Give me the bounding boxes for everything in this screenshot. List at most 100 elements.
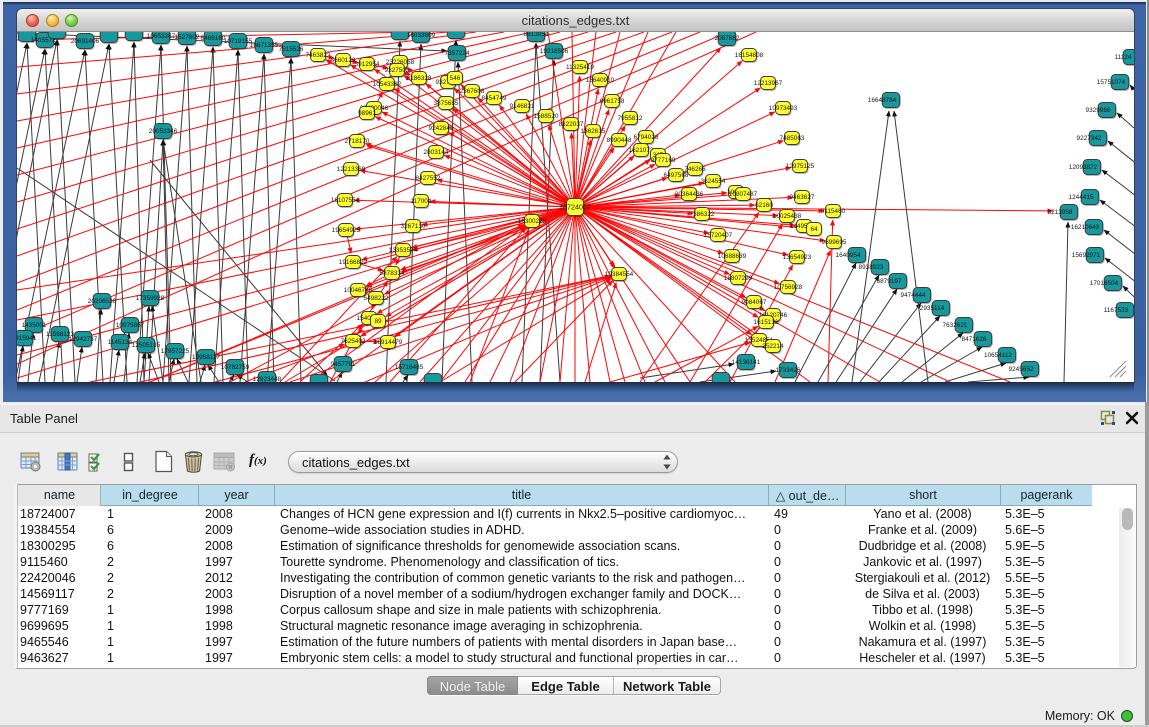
svg-text:1733426: 1733426 bbox=[776, 367, 801, 374]
svg-text:16648784: 16648784 bbox=[868, 97, 897, 104]
svg-text:17016504: 17016504 bbox=[1090, 280, 1119, 287]
svg-text:9463627: 9463627 bbox=[790, 194, 815, 201]
svg-text:5878334: 5878334 bbox=[380, 270, 405, 277]
svg-text:14136141: 14136141 bbox=[732, 359, 761, 366]
svg-text:8938923: 8938923 bbox=[859, 264, 884, 271]
svg-text:9777169: 9777169 bbox=[651, 157, 676, 164]
svg-text:12942737: 12942737 bbox=[69, 336, 98, 343]
svg-text:9146821: 9146821 bbox=[510, 103, 535, 110]
svg-text:64: 64 bbox=[810, 226, 818, 233]
svg-text:2803144: 2803144 bbox=[424, 149, 449, 156]
svg-text:1527602: 1527602 bbox=[175, 34, 200, 41]
svg-text:7625402: 7625402 bbox=[341, 338, 366, 345]
svg-text:9699695: 9699695 bbox=[822, 239, 847, 246]
svg-text:10975867: 10975867 bbox=[116, 322, 145, 329]
svg-text:2718170: 2718170 bbox=[345, 138, 370, 145]
svg-text:9115460: 9115460 bbox=[821, 208, 846, 215]
svg-text:8471626: 8471626 bbox=[962, 336, 987, 343]
svg-text:10958117: 10958117 bbox=[192, 354, 220, 361]
svg-text:1362615: 1362615 bbox=[581, 128, 606, 135]
svg-text:20053346: 20053346 bbox=[149, 128, 178, 135]
svg-text:7955812: 7955812 bbox=[618, 115, 643, 122]
svg-text:9084067: 9084067 bbox=[742, 299, 767, 306]
svg-text:19654925: 19654925 bbox=[332, 227, 361, 234]
svg-text:746266: 746266 bbox=[684, 166, 706, 173]
svg-text:10973493: 10973493 bbox=[769, 105, 798, 112]
svg-text:10653267: 10653267 bbox=[147, 33, 176, 40]
svg-text:15720407: 15720407 bbox=[704, 232, 733, 239]
svg-text:15751074: 15751074 bbox=[1097, 79, 1126, 86]
svg-text:8813054: 8813054 bbox=[524, 32, 549, 38]
svg-text:6879197: 6879197 bbox=[877, 278, 902, 285]
svg-text:1145134: 1145134 bbox=[108, 339, 133, 346]
svg-text:16210643: 16210643 bbox=[1071, 224, 1100, 231]
svg-text:16107554: 16107554 bbox=[331, 197, 360, 204]
svg-text:12975125: 12975125 bbox=[786, 163, 815, 170]
svg-text:9227342: 9227342 bbox=[1077, 135, 1102, 142]
svg-text:252214: 252214 bbox=[762, 343, 784, 350]
svg-text:15716485: 15716485 bbox=[395, 364, 424, 371]
svg-text:12213967: 12213967 bbox=[754, 80, 783, 87]
svg-text:20206536: 20206536 bbox=[88, 298, 117, 305]
svg-text:8660128: 8660128 bbox=[331, 57, 356, 64]
svg-text:9457791: 9457791 bbox=[331, 361, 356, 368]
svg-text:8213958: 8213958 bbox=[1048, 209, 1073, 216]
svg-text:12093872: 12093872 bbox=[1069, 164, 1098, 171]
svg-text:1588520: 1588520 bbox=[534, 113, 559, 120]
svg-text:1244415: 1244415 bbox=[1069, 194, 1094, 201]
svg-text:8427552: 8427552 bbox=[416, 175, 441, 182]
svg-text:5498222: 5498222 bbox=[364, 295, 389, 302]
svg-text:2935114: 2935114 bbox=[920, 305, 945, 312]
svg-text:117004: 117004 bbox=[411, 198, 432, 205]
svg-text:546: 546 bbox=[450, 75, 461, 82]
svg-text:10543382: 10543382 bbox=[373, 81, 402, 88]
svg-text:62160: 62160 bbox=[755, 202, 773, 209]
svg-text:7632621: 7632621 bbox=[943, 322, 968, 329]
svg-text:6961758: 6961758 bbox=[600, 98, 625, 105]
svg-text:6466160: 6466160 bbox=[201, 35, 226, 42]
svg-text:12213369: 12213369 bbox=[337, 166, 366, 173]
svg-text:89: 89 bbox=[374, 318, 382, 325]
svg-text:19384554: 19384554 bbox=[605, 271, 634, 278]
svg-text:7386322: 7386322 bbox=[690, 211, 715, 218]
svg-text:98961: 98961 bbox=[358, 110, 376, 117]
svg-text:2367608: 2367608 bbox=[460, 88, 485, 95]
svg-text:20364436: 20364436 bbox=[675, 191, 704, 198]
svg-text:9474444: 9474444 bbox=[901, 292, 926, 299]
svg-text:20691406: 20691406 bbox=[71, 38, 100, 45]
svg-text:16914479: 16914479 bbox=[374, 339, 403, 346]
svg-text:10807487: 10807487 bbox=[729, 191, 758, 198]
svg-text:1167533: 1167533 bbox=[1104, 307, 1129, 314]
svg-text:8322037: 8322037 bbox=[559, 121, 584, 128]
svg-text:11124: 11124 bbox=[1115, 54, 1132, 61]
svg-text:7485063: 7485063 bbox=[780, 135, 805, 142]
svg-text:10046786: 10046786 bbox=[344, 287, 373, 294]
svg-text:7463822: 7463822 bbox=[306, 52, 331, 59]
svg-text:7515526: 7515526 bbox=[279, 46, 304, 53]
svg-text:9242845: 9242845 bbox=[429, 125, 454, 132]
svg-text:13353594: 13353594 bbox=[389, 247, 418, 254]
svg-text:10756928: 10756928 bbox=[774, 284, 803, 291]
svg-text:3267130: 3267130 bbox=[401, 223, 426, 230]
svg-text:13654923: 13654923 bbox=[783, 254, 812, 261]
svg-text:18640910: 18640910 bbox=[586, 77, 615, 84]
svg-text:9329966: 9329966 bbox=[1086, 107, 1111, 114]
svg-text:11325419: 11325419 bbox=[566, 64, 594, 71]
svg-text:15692971: 15692971 bbox=[1072, 252, 1101, 259]
svg-text:5912954: 5912954 bbox=[355, 61, 380, 68]
svg-text:17957225: 17957225 bbox=[161, 348, 190, 355]
svg-text:10719155: 10719155 bbox=[224, 38, 253, 45]
svg-text:16671355: 16671355 bbox=[250, 42, 279, 49]
svg-text:10782759: 10782759 bbox=[221, 364, 250, 371]
svg-text:6497568: 6497568 bbox=[664, 172, 689, 179]
svg-text:1435001: 1435001 bbox=[22, 322, 47, 329]
svg-text:8186328: 8186328 bbox=[407, 75, 432, 82]
svg-text:19166822: 19166822 bbox=[339, 259, 368, 266]
svg-text:9245652: 9245652 bbox=[1009, 366, 1034, 373]
svg-text:9327505: 9327505 bbox=[385, 67, 410, 74]
svg-text:1615132: 1615132 bbox=[754, 319, 779, 326]
svg-text:18807299: 18807299 bbox=[724, 275, 753, 282]
svg-text:3624554: 3624554 bbox=[701, 178, 726, 185]
svg-text:17359928: 17359928 bbox=[136, 295, 165, 302]
svg-text:10654112: 10654112 bbox=[984, 352, 1012, 359]
